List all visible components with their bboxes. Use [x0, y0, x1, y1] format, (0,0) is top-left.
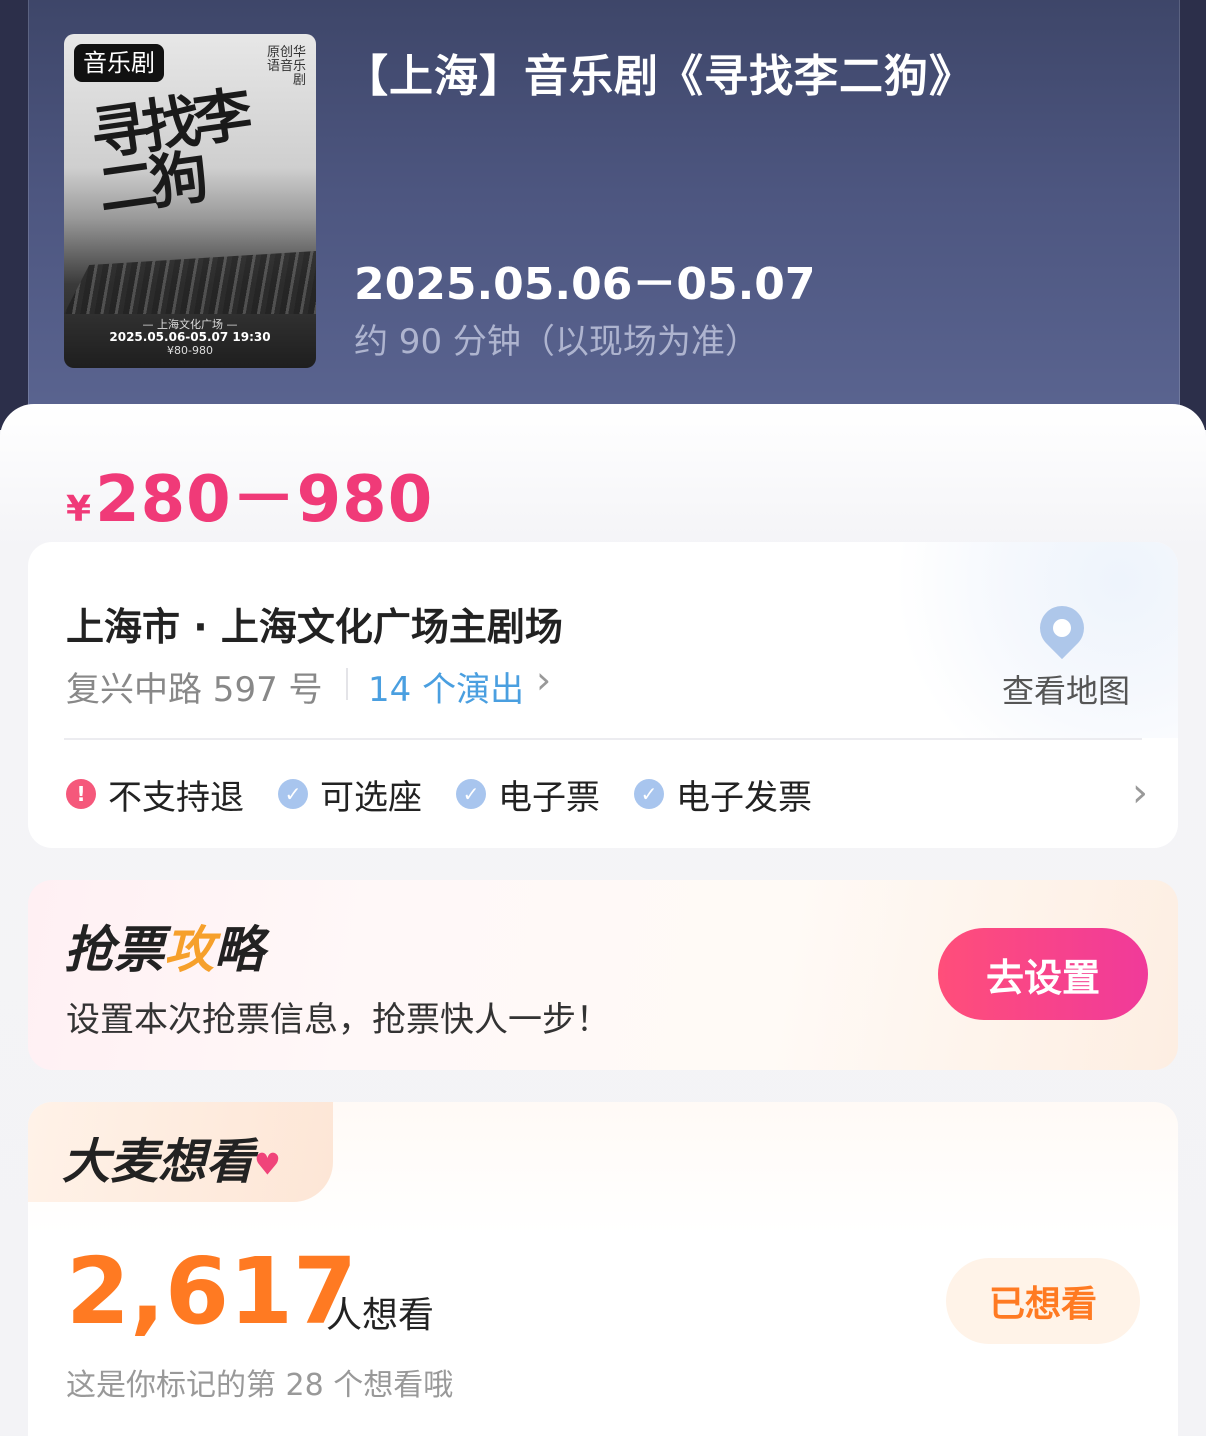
- want-count: 2,617: [66, 1238, 358, 1345]
- poster-calligraphy: 寻找李二狗: [86, 80, 251, 225]
- hero-backdrop-right: [1178, 0, 1206, 430]
- want-unit: 人想看: [326, 1295, 435, 1336]
- venue-name: 上海市 · 上海文化广场主剧场: [66, 605, 563, 649]
- map-label: 查看地图: [1001, 672, 1130, 710]
- policy-item-seat: ✓ 可选座: [278, 770, 422, 819]
- want-note: 这是你标记的第 28 个想看哦: [66, 1368, 454, 1403]
- chevron-right-icon[interactable]: ›: [1132, 770, 1148, 816]
- policy-item-refund: ! 不支持退: [66, 770, 244, 819]
- strategy-title: 抢票攻略: [64, 910, 264, 982]
- exclamation-icon: !: [66, 779, 96, 809]
- policy-item-eticket: ✓ 电子票: [456, 770, 600, 819]
- price-amount: 280－980: [95, 463, 434, 537]
- want-to-see-card: 大麦想看♥ 2,617 人想看 这是你标记的第 28 个想看哦 已想看: [28, 1102, 1178, 1436]
- strategy-title-part: 略: [214, 921, 264, 979]
- strategy-subtitle: 设置本次抢票信息，抢票快人一步！: [66, 1000, 610, 1040]
- show-poster[interactable]: 原创华语音乐剧 寻找李二狗 — 上海文化广场 — 2025.05.06-05.0…: [64, 34, 316, 368]
- poster-date-line: 2025.05.06-05.07 19:30: [109, 330, 271, 344]
- venue-divider-vertical: [346, 668, 348, 700]
- check-icon: ✓: [634, 779, 664, 809]
- venue-card: 查看地图 上海市 · 上海文化广场主剧场 复兴中路 597 号 14 个演出 ›…: [28, 542, 1178, 848]
- wanted-button[interactable]: 已想看: [946, 1258, 1140, 1344]
- chevron-right-icon[interactable]: ›: [536, 658, 551, 702]
- price-range: ¥280－980: [66, 448, 433, 540]
- location-pin-icon: [1030, 596, 1094, 660]
- category-tag: 音乐剧: [74, 44, 164, 82]
- venue-address: 复兴中路 597 号: [66, 670, 323, 710]
- show-title: 【上海】音乐剧《寻找李二狗》: [344, 51, 974, 102]
- want-title-text: 大麦想看: [62, 1134, 255, 1190]
- go-setup-button[interactable]: 去设置: [938, 928, 1148, 1020]
- strategy-title-bolt: 攻: [164, 921, 214, 979]
- map-link[interactable]: 查看地图: [888, 542, 1178, 738]
- poster-price-line: ¥80-980: [167, 344, 213, 357]
- check-icon: ✓: [278, 779, 308, 809]
- policy-row[interactable]: ! 不支持退 ✓ 可选座 ✓ 电子票 ✓ 电子发票: [66, 774, 846, 818]
- policy-label: 可选座: [320, 777, 422, 818]
- show-duration: 约 90 分钟（以现场为准）: [354, 322, 759, 362]
- ticket-strategy-card: 抢票攻略 设置本次抢票信息，抢票快人一步！ 去设置: [28, 880, 1178, 1070]
- policy-label: 不支持退: [108, 777, 244, 818]
- strategy-title-part: 抢票: [64, 921, 164, 979]
- show-date-range: 2025.05.06－05.07: [354, 259, 816, 310]
- poster-crowd-image: [64, 251, 316, 314]
- venue-shows-link[interactable]: 14 个演出: [368, 662, 524, 711]
- currency-symbol: ¥: [66, 489, 92, 530]
- heart-icon: ♥: [254, 1147, 281, 1183]
- check-icon: ✓: [456, 779, 486, 809]
- hero-backdrop-left: [0, 0, 28, 430]
- policy-label: 电子票: [498, 777, 600, 818]
- divider: [64, 738, 1142, 740]
- policy-label: 电子发票: [676, 777, 812, 818]
- poster-info: — 上海文化广场 — 2025.05.06-05.07 19:30 ¥80-98…: [64, 318, 316, 357]
- want-title: 大麦想看♥: [62, 1122, 281, 1192]
- policy-item-einvoice: ✓ 电子发票: [634, 770, 812, 819]
